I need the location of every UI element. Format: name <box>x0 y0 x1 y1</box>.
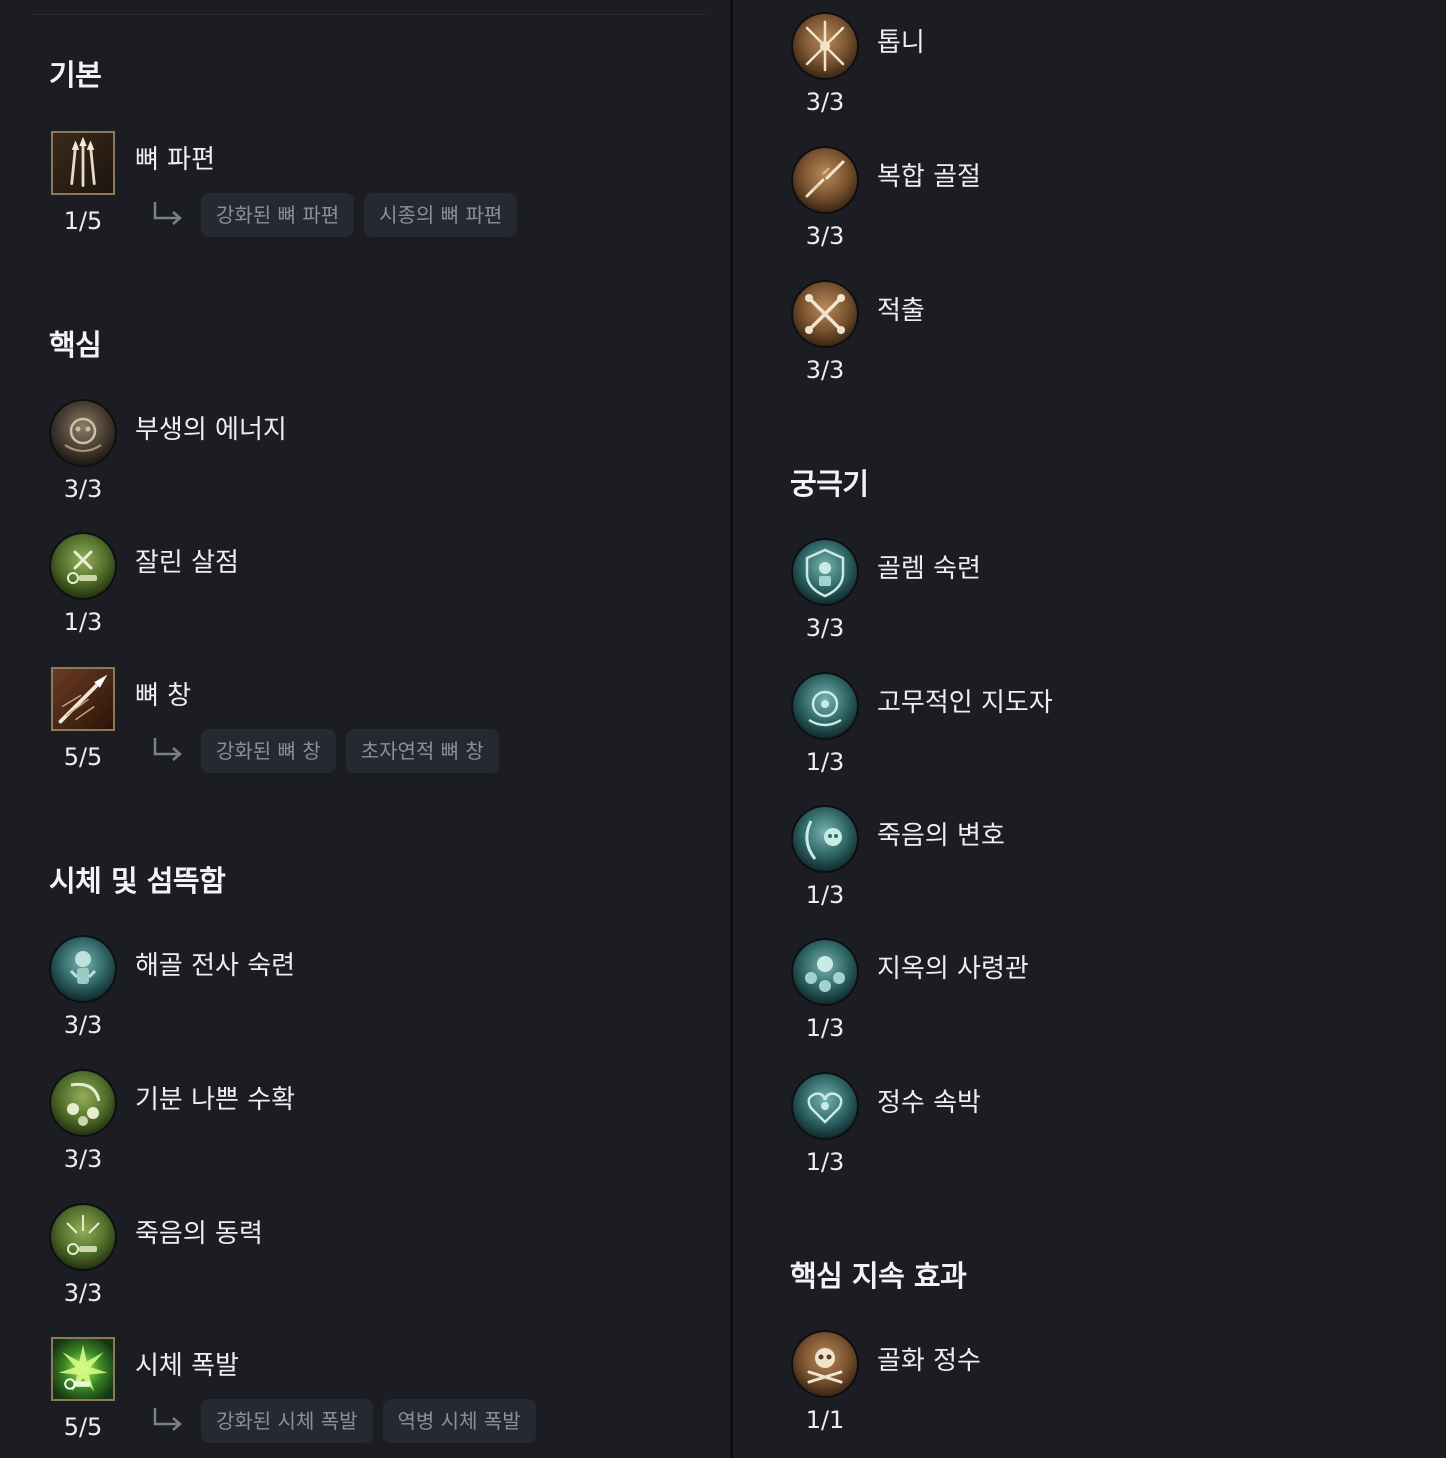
skill-ossified-essence[interactable]: 1/1 골화 정수 <box>793 1332 1446 1452</box>
serrated-bones-icon <box>793 14 857 78</box>
skill-points: 1/1 <box>805 1406 845 1434</box>
skill-name: 잘린 살점 <box>135 548 239 578</box>
skill-points: 1/3 <box>805 1014 845 1042</box>
enhancement-chip[interactable]: 강화된 뼈 파편 <box>201 193 355 237</box>
enhancement-chip[interactable]: 시종의 뼈 파편 <box>364 193 518 237</box>
enhancement-row: 강화된 시체 폭발 역병 시체 폭발 <box>151 1399 546 1443</box>
column-divider <box>730 0 733 1458</box>
skill-skeletal-warrior[interactable]: 3/3 해골 전사 숙련 <box>51 937 711 1057</box>
skill-corpse-explosion[interactable]: 5/5 시체 폭발 강화된 시체 폭발 역병 시체 폭발 <box>51 1337 711 1457</box>
skull-army-icon <box>793 940 857 1004</box>
skill-name: 골화 정수 <box>877 1346 981 1376</box>
skill-unliving-energy[interactable]: 3/3 부생의 에너지 <box>51 401 711 521</box>
skill-name: 골렘 숙련 <box>877 554 981 584</box>
section-title-key-passive: 핵심 지속 효과 <box>790 1259 967 1293</box>
skull-orb-icon <box>51 401 115 465</box>
branch-arrow-icon <box>151 736 185 766</box>
enhancement-chip[interactable]: 강화된 뼈 창 <box>201 729 336 773</box>
skill-hewed-flesh[interactable]: 1/3 잘린 살점 <box>51 534 711 654</box>
top-divider-line <box>30 14 708 15</box>
skill-points: 3/3 <box>805 356 845 384</box>
skill-name: 고무적인 지도자 <box>877 688 1053 718</box>
skill-serration[interactable]: 3/3 톱니 <box>793 14 1446 134</box>
skill-bone-splinters[interactable]: 1/5 뼈 파편 강화된 뼈 파편 시종의 뼈 파편 <box>51 131 711 251</box>
skill-hellbent-commander[interactable]: 1/3 지옥의 사령관 <box>793 940 1446 1060</box>
skill-points: 3/3 <box>63 1145 103 1173</box>
skill-death-defense[interactable]: 1/3 죽음의 변호 <box>793 807 1446 927</box>
skill-name: 기분 나쁜 수확 <box>135 1085 296 1115</box>
skill-fueled-by-death[interactable]: 3/3 죽음의 동력 <box>51 1205 711 1325</box>
skill-name: 시체 폭발 <box>135 1351 239 1381</box>
skill-name: 뼈 파편 <box>135 145 216 175</box>
skill-points: 3/3 <box>63 475 103 503</box>
skill-points: 3/3 <box>805 88 845 116</box>
enhancement-chip[interactable]: 역병 시체 폭발 <box>382 1399 536 1443</box>
skill-name: 죽음의 동력 <box>135 1219 263 1249</box>
scythe-skull-icon <box>793 807 857 871</box>
skill-name: 해골 전사 숙련 <box>135 951 296 981</box>
bone-splinters-icon <box>51 131 115 195</box>
skill-name: 정수 속박 <box>877 1088 981 1118</box>
scythe-skulls-icon <box>51 1071 115 1135</box>
skill-points: 3/3 <box>805 222 845 250</box>
skill-points: 5/5 <box>63 743 103 771</box>
essence-heart-icon <box>793 1074 857 1138</box>
section-title-corpse: 시체 및 섬뜩함 <box>49 864 226 898</box>
skill-evulsion[interactable]: 3/3 적출 <box>793 282 1446 402</box>
golem-shield-icon <box>793 540 857 604</box>
skill-name: 죽음의 변호 <box>877 821 1005 851</box>
enhancement-chip[interactable]: 초자연적 뼈 창 <box>345 729 499 773</box>
flesh-icon <box>51 534 115 598</box>
leader-icon <box>793 674 857 738</box>
skill-points: 5/5 <box>63 1413 103 1441</box>
section-title-ultimate: 궁극기 <box>790 467 869 501</box>
skill-points: 1/3 <box>805 748 845 776</box>
section-title-core: 핵심 <box>49 328 102 362</box>
skill-name: 적출 <box>877 296 925 326</box>
branch-arrow-icon <box>151 1406 185 1436</box>
skeleton-warrior-icon <box>51 937 115 1001</box>
skill-points: 1/3 <box>63 608 103 636</box>
death-power-icon <box>51 1205 115 1269</box>
crossed-bones-icon <box>793 282 857 346</box>
skill-points: 3/3 <box>63 1279 103 1307</box>
skill-name: 톱니 <box>877 28 925 58</box>
skill-essence-bind[interactable]: 1/3 정수 속박 <box>793 1074 1446 1194</box>
corpse-explosion-icon <box>51 1337 115 1401</box>
skill-points: 1/3 <box>805 881 845 909</box>
skill-points: 3/3 <box>805 614 845 642</box>
enhancement-row: 강화된 뼈 파편 시종의 뼈 파편 <box>151 193 527 237</box>
skill-points: 1/3 <box>805 1148 845 1176</box>
bone-spear-icon <box>51 667 115 731</box>
skill-points: 3/3 <box>63 1011 103 1039</box>
section-title-basic: 기본 <box>49 58 102 92</box>
skill-inspiring-leader[interactable]: 1/3 고무적인 지도자 <box>793 674 1446 794</box>
skill-name: 뼈 창 <box>135 681 192 711</box>
skill-name: 지옥의 사령관 <box>877 954 1029 984</box>
skill-bone-spear[interactable]: 5/5 뼈 창 강화된 뼈 창 초자연적 뼈 창 <box>51 667 711 787</box>
enhancement-row: 강화된 뼈 창 초자연적 뼈 창 <box>151 729 509 773</box>
fracture-icon <box>793 148 857 212</box>
enhancement-chip[interactable]: 강화된 시체 폭발 <box>201 1399 373 1443</box>
skill-points: 1/5 <box>63 207 103 235</box>
skill-grim-harvest[interactable]: 3/3 기분 나쁜 수확 <box>51 1071 711 1191</box>
skill-golem-mastery[interactable]: 3/3 골렘 숙련 <box>793 540 1446 660</box>
skill-name: 복합 골절 <box>877 162 981 192</box>
ossified-skull-icon <box>793 1332 857 1396</box>
skill-compound-fracture[interactable]: 3/3 복합 골절 <box>793 148 1446 268</box>
skill-name: 부생의 에너지 <box>135 415 287 445</box>
branch-arrow-icon <box>151 200 185 230</box>
